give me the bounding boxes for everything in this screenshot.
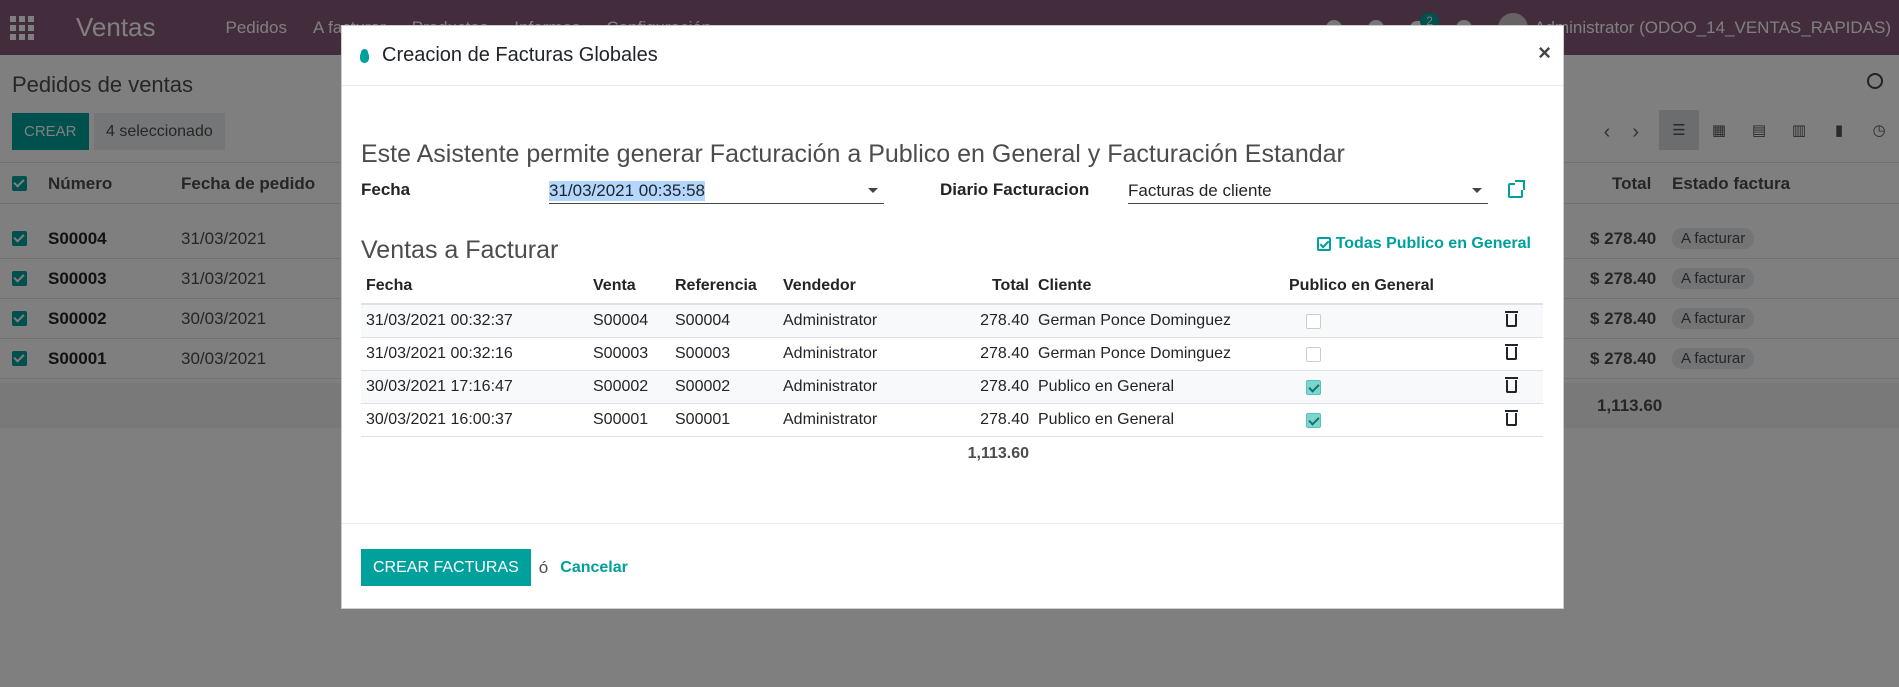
col-fecha[interactable]: Fecha (366, 277, 412, 295)
todas-publico-label: Todas Publico en General (1335, 235, 1531, 252)
col-publico[interactable]: Publico en General (1289, 277, 1434, 295)
row-venta: S00002 (593, 378, 649, 395)
sum-total: 1,113.60 (967, 445, 1029, 462)
or-text: ó (538, 557, 549, 577)
modal-header: Creacion de Facturas Globales × (342, 26, 1563, 86)
sales-grid: Fecha Venta Referencia Vendedor Total Cl… (361, 269, 1543, 470)
modal-body: Este Asistente permite generar Facturaci… (342, 86, 1563, 524)
chevron-down-icon[interactable] (1472, 188, 1482, 193)
row-total: 278.40 (980, 345, 1029, 362)
trash-icon[interactable] (1505, 344, 1518, 360)
row-vendedor: Administrator (783, 378, 878, 395)
external-link-icon[interactable] (1508, 180, 1525, 198)
publico-checkbox[interactable] (1306, 413, 1321, 428)
row-total: 278.40 (980, 312, 1029, 329)
row-vendedor: Administrator (783, 312, 878, 329)
table-row[interactable]: 31/03/2021 00:32:37 S00004 S00004 Admini… (361, 305, 1543, 338)
modal-footer: CREAR FACTURAS ó Cancelar (342, 525, 1563, 610)
col-total[interactable]: Total (941, 277, 1029, 295)
col-vendedor[interactable]: Vendedor (783, 277, 856, 295)
chevron-down-icon[interactable] (868, 188, 878, 193)
row-cliente: German Ponce Dominguez (1038, 312, 1231, 329)
row-referencia: S00001 (675, 411, 731, 428)
fecha-field[interactable]: 31/03/2021 00:35:58 (549, 178, 884, 204)
todas-publico-button[interactable]: Todas Publico en General (1316, 235, 1531, 253)
row-vendedor: Administrator (783, 345, 878, 362)
col-cliente[interactable]: Cliente (1038, 277, 1091, 295)
grid-sum-row: 1,113.60 (361, 437, 1543, 470)
row-cliente: German Ponce Dominguez (1038, 345, 1231, 362)
row-cliente: Publico en General (1038, 378, 1175, 395)
publico-checkbox[interactable] (1306, 314, 1321, 329)
diario-value: Facturas de cliente (1128, 180, 1272, 200)
publico-checkbox[interactable] (1306, 347, 1321, 362)
trash-icon[interactable] (1505, 410, 1518, 426)
row-fecha: 31/03/2021 00:32:16 (366, 345, 513, 362)
row-vendedor: Administrator (783, 411, 878, 428)
row-venta: S00003 (593, 345, 649, 362)
wizard-intro: Este Asistente permite generar Facturaci… (361, 140, 1345, 168)
bug-icon (358, 48, 370, 63)
row-fecha: 30/03/2021 17:16:47 (366, 378, 513, 395)
row-venta: S00004 (593, 312, 649, 329)
section-title: Ventas a Facturar (361, 236, 559, 264)
row-fecha: 31/03/2021 00:32:37 (366, 312, 513, 329)
row-fecha: 30/03/2021 16:00:37 (366, 411, 513, 428)
table-row[interactable]: 30/03/2021 16:00:37 S00001 S00001 Admini… (361, 404, 1543, 437)
grid-header: Fecha Venta Referencia Vendedor Total Cl… (361, 269, 1543, 305)
fecha-label: Fecha (361, 180, 411, 199)
row-referencia: S00003 (675, 345, 731, 362)
diario-field[interactable]: Facturas de cliente (1128, 178, 1488, 204)
row-total: 278.40 (980, 378, 1029, 395)
col-referencia[interactable]: Referencia (675, 277, 757, 295)
row-referencia: S00002 (675, 378, 731, 395)
cancel-button[interactable]: Cancelar (560, 559, 628, 577)
check-square-icon (1316, 237, 1331, 251)
row-venta: S00001 (593, 411, 649, 428)
global-invoice-dialog: Creacion de Facturas Globales × Este Asi… (341, 25, 1564, 609)
row-cliente: Publico en General (1038, 411, 1175, 428)
close-icon[interactable]: × (1538, 40, 1551, 66)
fecha-value: 31/03/2021 00:35:58 (549, 180, 705, 201)
row-total: 278.40 (980, 411, 1029, 428)
create-invoices-button[interactable]: CREAR FACTURAS (361, 549, 531, 586)
diario-label: Diario Facturacion (940, 180, 1090, 199)
trash-icon[interactable] (1505, 377, 1518, 393)
table-row[interactable]: 30/03/2021 17:16:47 S00002 S00002 Admini… (361, 371, 1543, 404)
publico-checkbox[interactable] (1306, 380, 1321, 395)
table-row[interactable]: 31/03/2021 00:32:16 S00003 S00003 Admini… (361, 338, 1543, 371)
col-venta[interactable]: Venta (593, 277, 636, 295)
row-referencia: S00004 (675, 312, 731, 329)
modal-title: Creacion de Facturas Globales (382, 44, 658, 66)
trash-icon[interactable] (1505, 311, 1518, 327)
